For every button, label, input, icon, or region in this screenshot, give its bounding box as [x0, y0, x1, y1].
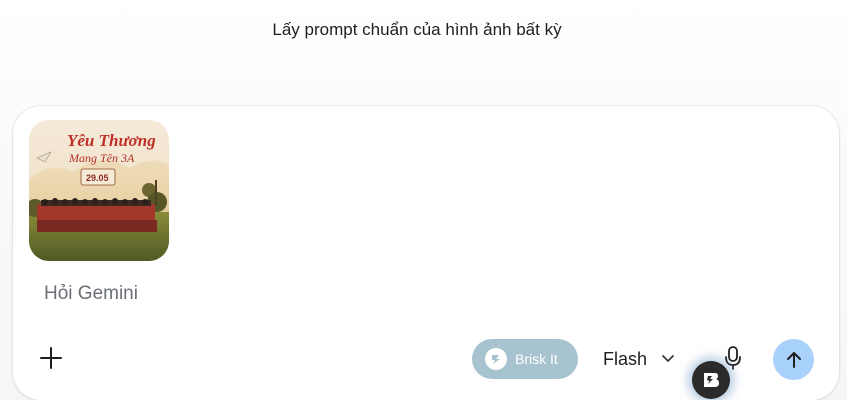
prompt-input[interactable]: Hỏi Gemini — [44, 283, 744, 305]
user-prompt-message: Lấy prompt chuẩn của hình ảnh bất kỳ — [272, 20, 562, 39]
brisk-it-label: Brisk It — [515, 351, 558, 367]
brisk-floating-button[interactable] — [692, 361, 730, 399]
attached-image-thumbnail[interactable]: Yêu Thương Mang Tên 3A 29.05 — [29, 120, 169, 261]
model-selector[interactable]: Flash — [603, 346, 675, 372]
send-button[interactable] — [773, 339, 814, 380]
brisk-it-button[interactable]: Brisk It — [472, 339, 578, 379]
chevron-down-icon — [662, 355, 674, 362]
arrow-up-icon — [786, 351, 801, 368]
attachment-date: 29.05 — [86, 173, 109, 183]
brisk-floating-icon — [704, 373, 719, 387]
model-label: Flash — [603, 348, 648, 369]
prompt-composer: Yêu Thương Mang Tên 3A 29.05 Hỏi Gemini … — [13, 106, 839, 400]
attachment-title-line1: Yêu Thương — [67, 131, 156, 150]
brisk-logo-icon — [485, 348, 507, 370]
plus-icon — [40, 347, 62, 369]
attachment-title-line2: Mang Tên 3A — [68, 151, 135, 165]
microphone-icon — [725, 346, 741, 370]
add-attachment-button[interactable] — [37, 344, 65, 372]
